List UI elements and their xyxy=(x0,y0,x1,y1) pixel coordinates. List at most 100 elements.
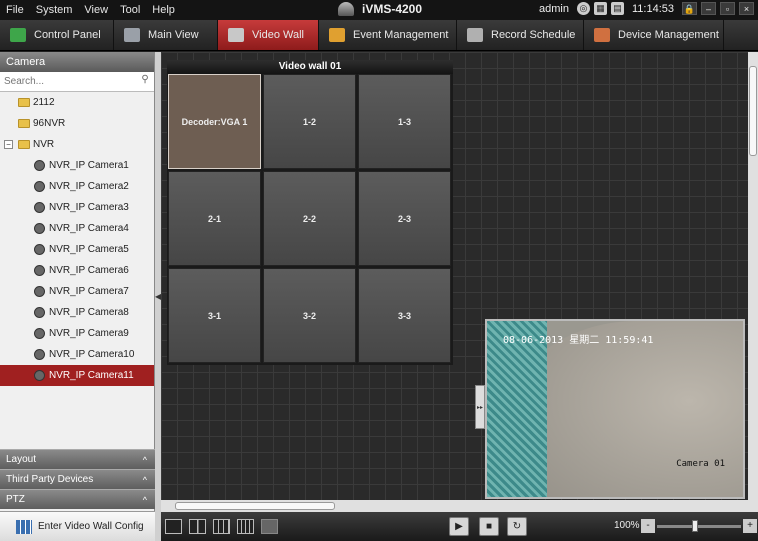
tree-item[interactable]: − NVR xyxy=(0,134,154,155)
wall-cell[interactable]: 3-3 xyxy=(358,268,451,363)
layout-custom-button[interactable] xyxy=(261,519,278,534)
video-frame-wall xyxy=(487,321,547,497)
camera-icon xyxy=(34,202,45,213)
tab-label: Record Schedule xyxy=(491,29,576,41)
search-icon[interactable]: ⚲ xyxy=(138,74,152,89)
app-logo-icon xyxy=(338,2,354,16)
scroll-thumb[interactable] xyxy=(175,502,335,510)
lock-button[interactable]: 🔒 xyxy=(682,2,697,15)
layout-1x1-button[interactable] xyxy=(165,519,182,534)
menu-tool[interactable]: Tool xyxy=(120,4,140,16)
event-management-icon xyxy=(329,28,345,42)
preview-toggle-handle[interactable]: ▸▸ xyxy=(475,385,485,429)
tab-label: Event Management xyxy=(353,29,449,41)
tree-item[interactable]: NVR_IP Camera1 xyxy=(0,155,154,176)
tab-main-view[interactable]: Main View xyxy=(114,20,218,50)
chevron-up-icon: ^ xyxy=(142,495,147,505)
menu-file[interactable]: File xyxy=(6,4,24,16)
globe-icon[interactable]: ◎ xyxy=(576,2,590,15)
tree-item[interactable]: NVR_IP Camera5 xyxy=(0,239,154,260)
stop-button[interactable]: ■ xyxy=(479,517,499,536)
tree-item-label: NVR_IP Camera9 xyxy=(49,328,129,339)
tab-device-management[interactable]: Device Management xyxy=(584,20,724,50)
clock: 11:14:53 xyxy=(631,2,674,15)
wall-cell[interactable]: 2-1 xyxy=(168,171,261,266)
wall-cell[interactable]: 2-3 xyxy=(358,171,451,266)
tree-item[interactable]: NVR_IP Camera11 xyxy=(0,365,154,386)
layout-4x4-button[interactable] xyxy=(237,519,254,534)
menu-help[interactable]: Help xyxy=(152,4,175,16)
wall-cell[interactable]: Decoder:VGA 1 xyxy=(168,74,261,169)
tree-item[interactable]: NVR_IP Camera2 xyxy=(0,176,154,197)
tab-label: Device Management xyxy=(618,29,719,41)
folder-icon xyxy=(18,119,30,128)
refresh-button[interactable]: ↻ xyxy=(507,517,527,536)
camera-icon xyxy=(34,223,45,234)
close-button[interactable]: × xyxy=(739,2,754,15)
layout-2x2-button[interactable] xyxy=(189,519,206,534)
panel-third-party-devices[interactable]: Third Party Devices ^ xyxy=(0,469,155,489)
folder-icon xyxy=(18,140,30,149)
tree-item-label: NVR_IP Camera5 xyxy=(49,244,129,255)
panel-label: Third Party Devices xyxy=(6,474,94,485)
menu-system[interactable]: System xyxy=(36,4,73,16)
username: admin xyxy=(539,2,569,15)
vertical-scrollbar[interactable] xyxy=(748,52,758,500)
tree-item[interactable]: NVR_IP Camera6 xyxy=(0,260,154,281)
wall-cell[interactable]: 3-1 xyxy=(168,268,261,363)
camera-icon xyxy=(34,286,45,297)
tree-item[interactable]: NVR_IP Camera3 xyxy=(0,197,154,218)
camera-panel-header: Camera xyxy=(0,52,154,72)
wall-cell[interactable]: 1-3 xyxy=(358,74,451,169)
keyboard-icon[interactable]: ▦ xyxy=(593,2,607,15)
tab-video-wall[interactable]: Video Wall xyxy=(218,20,319,50)
camera-icon xyxy=(34,307,45,318)
tab-control-panel[interactable]: Control Panel xyxy=(0,20,114,50)
enter-video-wall-config-label: Enter Video Wall Config xyxy=(38,521,144,532)
zoom-slider[interactable] xyxy=(657,525,741,528)
wall-cell[interactable]: 1-2 xyxy=(263,74,356,169)
scroll-thumb[interactable] xyxy=(749,66,757,156)
tree-item[interactable]: NVR_IP Camera7 xyxy=(0,281,154,302)
wall-cell[interactable]: 2-2 xyxy=(263,171,356,266)
video-wall-title: Video wall 01 xyxy=(167,60,453,74)
video-preview[interactable]: 08-06-2013 星期二 11:59:41 Camera 01 xyxy=(485,319,745,499)
device-management-icon xyxy=(594,28,610,42)
panel-layout[interactable]: Layout ^ xyxy=(0,449,155,469)
tree-item-label: NVR xyxy=(33,139,55,150)
minimize-button[interactable]: – xyxy=(701,2,716,15)
search-input[interactable] xyxy=(0,72,136,90)
tab-record-schedule[interactable]: Record Schedule xyxy=(457,20,584,50)
panel-ptz[interactable]: PTZ ^ xyxy=(0,489,155,509)
collapse-toggle-icon[interactable]: − xyxy=(4,140,13,149)
tree-item[interactable]: NVR_IP Camera8 xyxy=(0,302,154,323)
enter-video-wall-config-button[interactable]: Enter Video Wall Config xyxy=(0,511,155,541)
search-box: ⚲ xyxy=(0,72,154,92)
tab-event-management[interactable]: Event Management xyxy=(319,20,457,50)
wall-cell[interactable]: 3-2 xyxy=(263,268,356,363)
folder-icon xyxy=(18,98,30,107)
record-schedule-icon xyxy=(467,28,483,42)
tab-label: Control Panel xyxy=(34,29,101,41)
status-icon[interactable]: ▤ xyxy=(610,2,624,15)
layout-3x3-button[interactable] xyxy=(213,519,230,534)
tree-item[interactable]: NVR_IP Camera9 xyxy=(0,323,154,344)
tree-item-label: NVR_IP Camera3 xyxy=(49,202,129,213)
menu-view[interactable]: View xyxy=(84,4,108,16)
zoom-slider-thumb[interactable] xyxy=(691,520,698,532)
video-wall-grid-icon xyxy=(16,519,32,534)
horizontal-scrollbar[interactable] xyxy=(161,500,758,512)
tree-item[interactable]: 2112 xyxy=(0,92,154,113)
maximize-button[interactable]: ▫ xyxy=(720,2,735,15)
tree-item[interactable]: NVR_IP Camera4 xyxy=(0,218,154,239)
tree-item[interactable]: 96NVR xyxy=(0,113,154,134)
tree-item[interactable]: NVR_IP Camera10 xyxy=(0,344,154,365)
zoom-in-button[interactable]: + xyxy=(743,519,757,533)
title-bar: File System View Tool Help iVMS-4200 adm… xyxy=(0,0,758,20)
tab-label: Video Wall xyxy=(252,29,304,41)
zoom-out-button[interactable]: - xyxy=(641,519,655,533)
tree-item-label: NVR_IP Camera2 xyxy=(49,181,129,192)
tree-item-label: NVR_IP Camera8 xyxy=(49,307,129,318)
play-button[interactable]: ▶ xyxy=(449,517,469,536)
camera-icon xyxy=(34,349,45,360)
